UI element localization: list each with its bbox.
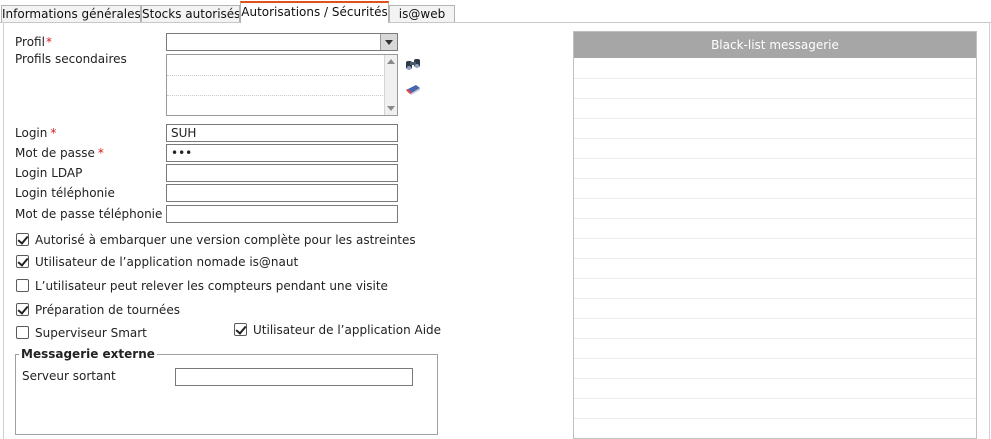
tab-stocks-autorises[interactable]: Stocks autorisés [141, 5, 240, 22]
table-row[interactable] [574, 378, 976, 379]
table-row[interactable] [574, 418, 976, 419]
scroll-down-icon[interactable] [387, 106, 395, 111]
profil-select[interactable] [166, 33, 398, 51]
checkbox-label: Superviseur Smart [35, 326, 147, 340]
chevron-down-icon[interactable] [380, 34, 397, 50]
checkbox-unchecked[interactable] [16, 326, 29, 339]
table-row[interactable] [574, 238, 976, 239]
table-row[interactable] [574, 218, 976, 219]
checkbox-checked[interactable] [16, 255, 29, 268]
serveur-sortant-field[interactable] [175, 368, 413, 386]
mot-de-passe-telephonie-label: Mot de passe téléphonie [15, 207, 163, 221]
table-row[interactable] [574, 138, 976, 139]
checkbox-checked[interactable] [16, 303, 29, 316]
checkbox-label: Utilisateur de l’application nomade is@n… [35, 255, 299, 269]
tab-autorisations-securites[interactable]: Autorisations / Sécurités [240, 1, 389, 23]
eraser-icon[interactable] [404, 82, 422, 98]
checkbox-label: Préparation de tournées [35, 303, 180, 317]
table-row[interactable] [574, 178, 976, 179]
table-row[interactable] [574, 78, 976, 79]
messagerie-externe-group: Messagerie externe [15, 347, 438, 435]
checkbox-checked[interactable] [234, 323, 247, 336]
blacklist-panel: Black-list messagerie [573, 31, 977, 439]
checkbox-label: Utilisateur de l’application Aide [253, 323, 442, 337]
scroll-up-icon[interactable] [387, 59, 395, 64]
login-telephonie-field[interactable] [166, 184, 398, 202]
tab-isweb[interactable]: is@web [389, 5, 455, 22]
checkbox-label: Autorisé à embarquer une version complèt… [35, 233, 416, 247]
login-ldap-field[interactable] [166, 164, 398, 182]
mot-de-passe-telephonie-field[interactable] [166, 205, 398, 223]
profils-secondaires-label: Profils secondaires [15, 52, 127, 66]
table-row[interactable] [574, 398, 976, 399]
tab-informations-generales[interactable]: Informations générales [1, 5, 141, 22]
table-row[interactable] [574, 198, 976, 199]
scrollbar[interactable] [384, 55, 397, 115]
mot-de-passe-label: Mot de passe * [15, 146, 104, 160]
binoculars-icon[interactable] [404, 56, 422, 72]
checkbox-unchecked[interactable] [16, 279, 29, 292]
table-row[interactable] [574, 338, 976, 339]
login-label: Login * [15, 126, 57, 140]
messagerie-externe-legend: Messagerie externe [21, 347, 155, 361]
tab-bar: Informations générales Stocks autorisés … [0, 0, 991, 23]
serveur-sortant-label: Serveur sortant [22, 369, 116, 383]
table-row[interactable] [574, 358, 976, 359]
table-row[interactable] [574, 118, 976, 119]
login-ldap-label: Login LDAP [15, 166, 83, 180]
checkbox-label: L’utilisateur peut relever les compteurs… [35, 279, 388, 293]
table-row[interactable] [574, 298, 976, 299]
table-row[interactable] [574, 278, 976, 279]
login-field[interactable]: SUH [166, 124, 398, 142]
list-item[interactable] [167, 75, 385, 76]
list-item[interactable] [167, 95, 385, 96]
checkbox-checked[interactable] [16, 233, 29, 246]
login-telephonie-label: Login téléphonie [15, 186, 115, 200]
password-field[interactable]: ••• [166, 144, 398, 162]
table-row[interactable] [574, 98, 976, 99]
table-row[interactable] [574, 158, 976, 159]
blacklist-header: Black-list messagerie [574, 32, 976, 58]
profils-secondaires-list[interactable] [166, 54, 398, 116]
table-row[interactable] [574, 318, 976, 319]
table-row[interactable] [574, 258, 976, 259]
profil-label: Profil* [15, 35, 52, 49]
